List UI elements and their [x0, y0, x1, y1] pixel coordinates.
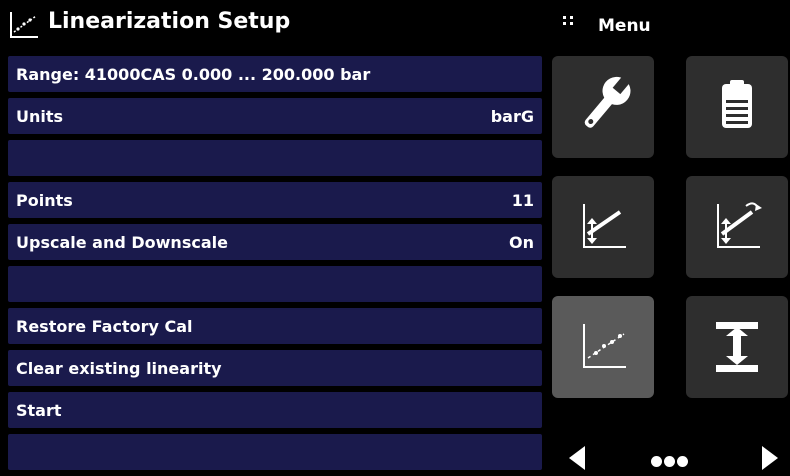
- row-label: Units: [16, 107, 64, 126]
- row-label: Restore Factory Cal: [16, 317, 193, 336]
- zero-adjust-tile[interactable]: [552, 176, 654, 278]
- restore-factory-cal-row[interactable]: Restore Factory Cal: [8, 308, 542, 344]
- row-value: 11: [511, 191, 534, 210]
- right-arrow-icon[interactable]: [758, 444, 782, 472]
- linearization-tile[interactable]: [552, 296, 654, 398]
- row-label: Start: [16, 401, 62, 420]
- linearization-chart-icon: [10, 12, 38, 38]
- row-value: barG: [490, 107, 534, 126]
- wrench-icon: [584, 75, 631, 128]
- page-dot: [664, 456, 675, 467]
- row-label: Points: [16, 191, 73, 210]
- row-label: Range: 41000CAS 0.000 ... 200.000 bar: [16, 65, 371, 84]
- height-correction-icon: [716, 322, 758, 372]
- notes-tile[interactable]: [686, 56, 788, 158]
- range-row[interactable]: Range: 41000CAS 0.000 ... 200.000 bar: [8, 56, 542, 92]
- blank-row: [8, 140, 542, 176]
- head-correction-tile[interactable]: [686, 296, 788, 398]
- menu-label[interactable]: Menu: [598, 16, 651, 36]
- units-row[interactable]: Units barG: [8, 98, 542, 134]
- blank-row: [8, 266, 542, 302]
- left-arrow-icon[interactable]: [565, 444, 589, 472]
- menu-pager: [545, 440, 790, 476]
- upscale-downscale-row[interactable]: Upscale and Downscale On: [8, 224, 542, 260]
- start-row[interactable]: Start: [8, 392, 542, 428]
- settings-tile[interactable]: [552, 56, 654, 158]
- notepad-icon: [722, 80, 752, 128]
- clear-linearity-row[interactable]: Clear existing linearity: [8, 350, 542, 386]
- zero-adjust-chart-icon: [583, 204, 626, 248]
- row-label: Upscale and Downscale: [16, 233, 228, 252]
- page-dots-icon: [651, 452, 690, 471]
- page-title: Linearization Setup: [48, 9, 291, 34]
- span-adjust-chart-icon: [717, 202, 762, 248]
- blank-row: [8, 434, 542, 470]
- span-adjust-tile[interactable]: [686, 176, 788, 278]
- points-row[interactable]: Points 11: [8, 182, 542, 218]
- page-dot: [677, 456, 688, 467]
- page-dot: [651, 456, 662, 467]
- row-value: On: [509, 233, 534, 252]
- row-label: Clear existing linearity: [16, 359, 222, 378]
- title-bar: Linearization Setup Menu: [0, 0, 790, 48]
- menu-grip-icon[interactable]: [561, 14, 575, 32]
- linearization-chart-icon: [583, 324, 626, 368]
